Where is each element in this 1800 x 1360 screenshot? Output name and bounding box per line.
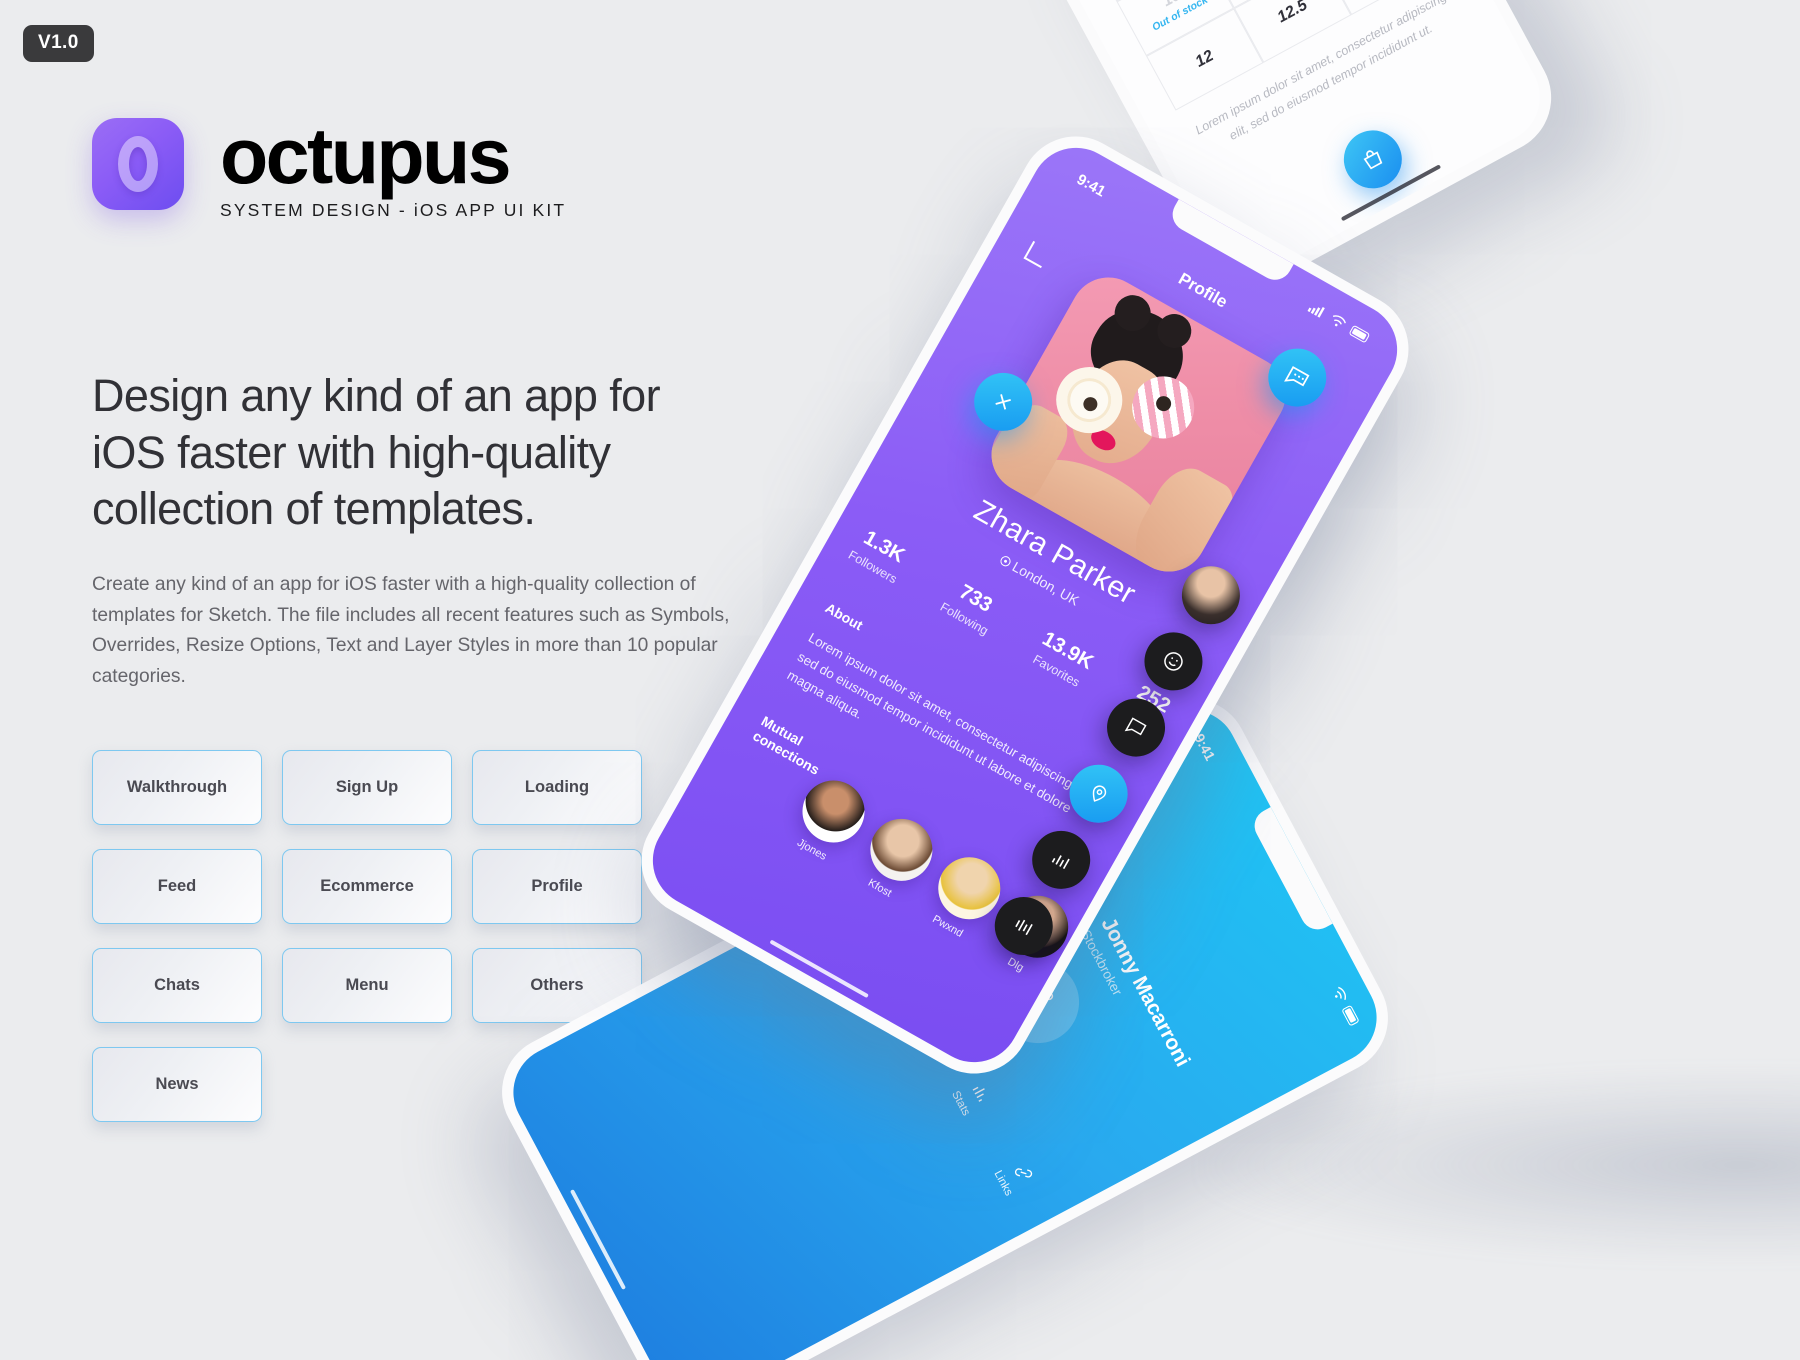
brand-text: octupus SYSTEM DESIGN - iOS APP UI KIT [220, 111, 567, 221]
tab-label: Stats [949, 1089, 973, 1118]
bars-icon [972, 1086, 985, 1102]
tab-stats[interactable]: Stats [949, 1076, 996, 1118]
phone-mockup-stage: Nike Basketball Unisex 8 8.5 9 10 Out of… [482, 0, 1800, 1360]
category-button-news[interactable]: News [92, 1047, 262, 1122]
photo-arm-right-shape [1122, 457, 1242, 586]
tab-links[interactable]: Links [991, 1156, 1038, 1198]
wifi-icon [1335, 986, 1346, 1000]
status-icons [1331, 985, 1362, 1029]
status-time: 9:41 [1073, 170, 1109, 201]
logo-ring-shape [118, 136, 158, 192]
brand-tagline: SYSTEM DESIGN - iOS APP UI KIT [220, 199, 567, 220]
category-button-loading[interactable]: Loading [472, 750, 642, 825]
back-arrow-icon[interactable] [1023, 240, 1051, 269]
battery-icon [1349, 325, 1370, 342]
stat-followers: 1.3K Followers [846, 523, 913, 586]
pin-icon [1000, 555, 1011, 567]
octupus-logo-icon [92, 118, 184, 210]
home-indicator [569, 1188, 627, 1290]
category-button-feed[interactable]: Feed [92, 849, 262, 924]
signal-icon [1307, 306, 1325, 318]
category-button-menu[interactable]: Menu [282, 948, 452, 1023]
version-badge: V1.0 [23, 25, 94, 62]
tab-label: Links [991, 1168, 1015, 1198]
category-button-chats[interactable]: Chats [92, 948, 262, 1023]
link-icon [1014, 1167, 1032, 1178]
brand-name: octupus [220, 111, 512, 200]
about-section-label: About [822, 599, 866, 634]
location-icon[interactable] [1059, 754, 1139, 834]
status-icons [1307, 301, 1373, 345]
stat-favorites: 13.9K Favorites [1029, 627, 1097, 690]
notch [1248, 807, 1333, 936]
battery-icon [1342, 1005, 1360, 1026]
category-button-ecommerce[interactable]: Ecommerce [282, 849, 452, 924]
chart-icon[interactable] [1021, 820, 1101, 900]
wifi-icon [1332, 315, 1346, 327]
brand-lockup: octupus SYSTEM DESIGN - iOS APP UI KIT [92, 111, 567, 221]
stat-following: 733 Following [938, 575, 1005, 638]
category-button-sign-up[interactable]: Sign Up [282, 750, 452, 825]
category-button-profile[interactable]: Profile [472, 849, 642, 924]
page-title: Design any kind of an app for iOS faster… [92, 370, 661, 535]
category-button-walkthrough[interactable]: Walkthrough [92, 750, 262, 825]
